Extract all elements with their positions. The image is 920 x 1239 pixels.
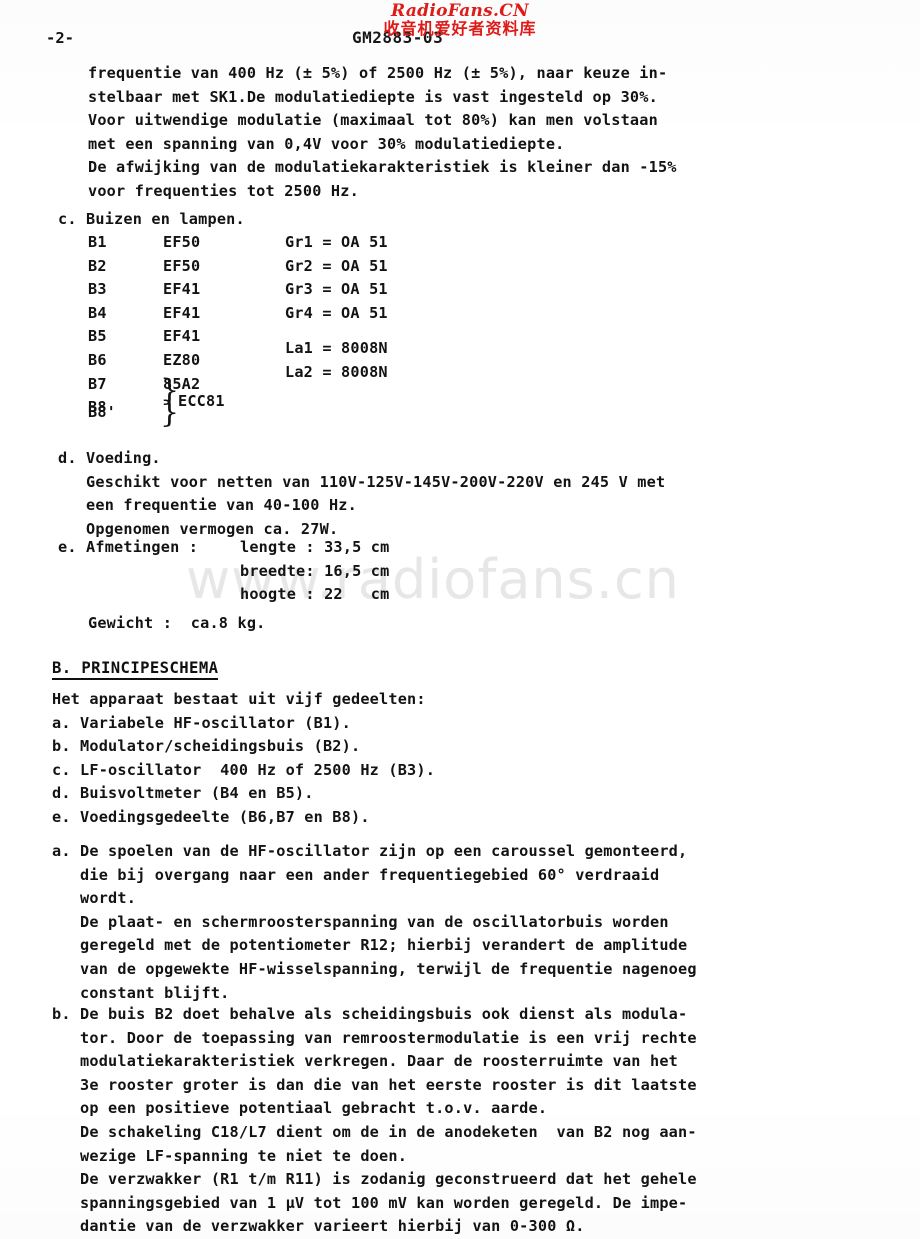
section-e-dimensions-label: e. Afmetingen : [58,538,199,556]
tube-label-b8-prime: B8' [88,403,117,421]
section-e-dimensions-values: lengte : 33,5 cm breedte: 16,5 cm hoogte… [240,538,390,604]
section-b-heading-title: PRINCIPESCHEMA [81,659,219,677]
section-b-heading: B. PRINCIPESCHEMA [52,659,219,680]
watermark-cjk-text: 收音机爱好者资料库 [383,19,537,38]
section-b-paragraph-a: a. De spoelen van de HF-oscillator zijn … [52,842,697,1002]
section-c-heading: c. Buizen en lampen. [58,210,245,228]
scanned-document-page: RadioFans.CN 收音机爱好者资料库 www.radiofans.cn … [0,0,920,1239]
section-b-heading-prefix: B. [52,659,82,677]
tube-type-column: EF50 EF50 EF41 EF41 EF41 EZ80 85A2 [163,233,201,393]
tube-label-column: B1 B2 B3 B4 B5 B6 B7 B8 [88,233,107,417]
radiofans-red-watermark: RadioFans.CN 收音机爱好者资料库 [0,0,920,37]
section-b-component-list: Het apparaat bestaat uit vijf gedeelten:… [52,690,436,826]
intro-paragraph: frequentie van 400 Hz (± 5%) of 2500 Hz … [88,64,677,200]
section-b-paragraph-b: b. De buis B2 doet behalve als scheiding… [52,1005,697,1236]
tube-type-ecc81: ECC81 [178,392,225,410]
weight-line: Gewicht : ca.8 kg. [88,614,266,632]
curly-brace-marker-2: } [160,395,180,430]
page-number-marker: -2- [46,29,74,47]
section-d-power-supply: d. Voeding. Geschikt voor netten van 110… [58,449,666,538]
document-id: GM2883-03 [352,28,444,47]
lamp-column: La1 = 8008N La2 = 8008N [285,339,388,381]
watermark-latin-text: RadioFans.CN [391,1,529,21]
germanium-diode-column: Gr1 = OA 51 Gr2 = OA 51 Gr3 = OA 51 Gr4 … [285,233,388,322]
